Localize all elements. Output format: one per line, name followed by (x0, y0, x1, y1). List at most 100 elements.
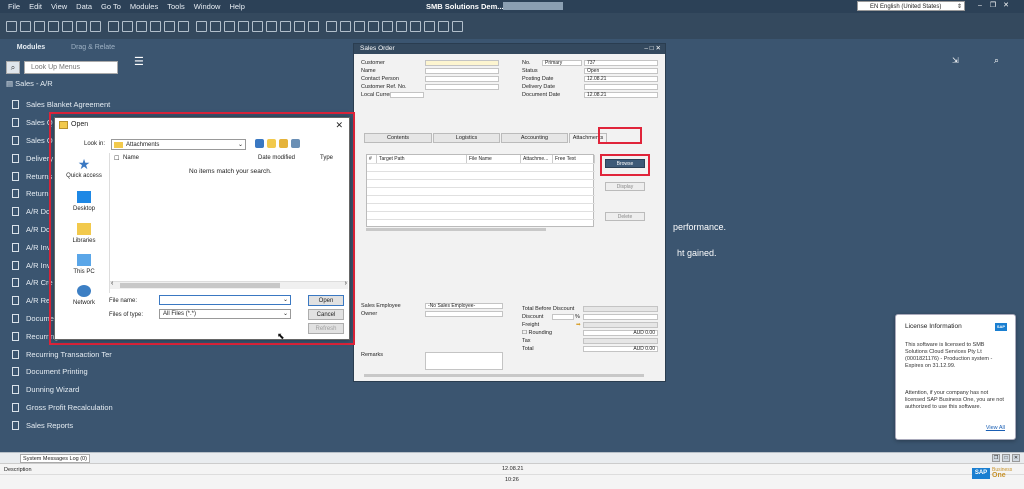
filter-icon[interactable] (196, 20, 207, 32)
delivery-date-field[interactable] (584, 84, 658, 90)
expand-icon[interactable]: ⇲ (952, 56, 959, 65)
chart-icon[interactable] (326, 20, 337, 32)
table-row[interactable] (367, 195, 595, 203)
place-libraries[interactable]: Libraries (59, 223, 109, 244)
column-header-name[interactable]: Name (123, 155, 139, 161)
new-folder-icon[interactable] (279, 139, 288, 148)
calendar-icon[interactable] (340, 20, 351, 32)
find-icon[interactable] (108, 20, 119, 32)
owner-field[interactable] (425, 311, 503, 317)
reports-icon[interactable] (354, 20, 365, 32)
sort-icon[interactable] (210, 20, 221, 32)
transaction-journal-icon[interactable] (252, 20, 263, 32)
table-row[interactable] (367, 171, 595, 179)
table-row[interactable] (367, 219, 595, 227)
table-row[interactable] (367, 179, 595, 187)
tab-contents[interactable]: Contents (364, 133, 432, 143)
name-field[interactable] (425, 68, 499, 74)
place-this-pc[interactable]: This PC (59, 254, 109, 275)
menu-goto[interactable]: Go To (101, 2, 121, 11)
tab-accounting[interactable]: Accounting (501, 133, 568, 143)
discount-percent-field[interactable] (552, 314, 574, 320)
files-of-type-select[interactable]: All Files (*.*) ⌄ (159, 309, 291, 319)
attachments-grid[interactable]: # Target Path File Name Attachme... Free… (366, 154, 595, 227)
volume-weight-icon[interactable] (294, 20, 305, 32)
close-icon[interactable]: ✕ (1012, 454, 1020, 462)
language-select[interactable]: EN English (United States) ⇕ (857, 1, 965, 11)
print-preview-icon[interactable] (20, 20, 31, 32)
base-document-icon[interactable] (224, 20, 235, 32)
close-icon[interactable]: ✕ (1001, 1, 1011, 11)
next-record-icon[interactable] (164, 20, 175, 32)
help-icon[interactable] (452, 20, 463, 32)
module-item[interactable]: Gross Profit Recalculation (0, 399, 124, 417)
delete-button[interactable]: Delete (605, 212, 645, 221)
up-folder-icon[interactable] (267, 139, 276, 148)
refresh-button[interactable]: Refresh (308, 323, 344, 334)
table-row[interactable] (367, 187, 595, 195)
customer-field[interactable] (425, 60, 499, 66)
customer-ref-field[interactable] (425, 84, 499, 90)
search-icon[interactable]: ⌕ (994, 55, 999, 66)
column-header-date-modified[interactable]: Date modified (258, 155, 295, 161)
table-row[interactable] (367, 211, 595, 219)
menu-modules[interactable]: Modules (130, 2, 158, 11)
close-icon[interactable]: ✕ (335, 118, 343, 132)
table-row[interactable] (367, 203, 595, 211)
sales-employee-select[interactable]: -No Sales Employee- (425, 303, 503, 309)
module-item[interactable]: Recurring Transaction Ter (0, 345, 124, 363)
target-document-icon[interactable] (238, 20, 249, 32)
maximize-icon[interactable]: □ (650, 45, 654, 52)
document-date-field[interactable]: 12.08.21 (584, 92, 658, 98)
sms-icon[interactable] (48, 20, 59, 32)
module-item[interactable]: Sales Reports (0, 416, 124, 434)
posting-date-field[interactable]: 12.08.21 (584, 76, 658, 82)
place-network[interactable]: Network (59, 285, 109, 306)
print-icon[interactable] (6, 20, 17, 32)
tab-modules[interactable]: Modules (0, 44, 62, 51)
remarks-field[interactable] (425, 352, 503, 370)
last-record-icon[interactable] (178, 20, 189, 32)
menu-window[interactable]: Window (194, 2, 221, 11)
maximize-icon[interactable]: □ (1002, 454, 1010, 462)
tab-logistics[interactable]: Logistics (433, 133, 500, 143)
menu-edit[interactable]: Edit (29, 2, 42, 11)
view-menu-icon[interactable] (291, 139, 300, 148)
system-messages-log-tab[interactable]: System Messages Log (0) (20, 454, 90, 463)
contact-person-field[interactable] (425, 76, 499, 82)
arrow-right-icon[interactable]: ➡ (576, 322, 581, 328)
minimize-icon[interactable]: – (975, 1, 985, 11)
cancel-button[interactable]: Cancel (308, 309, 344, 320)
menu-data[interactable]: Data (76, 2, 92, 11)
place-quick-access[interactable]: ★ Quick access (59, 157, 109, 179)
payment-means-icon[interactable] (280, 20, 291, 32)
search-icon[interactable]: ⌕ (6, 61, 20, 74)
restore-icon[interactable]: ❐ (988, 1, 998, 11)
open-button[interactable]: Open (308, 295, 344, 306)
add-icon[interactable] (122, 20, 133, 32)
gross-profit-icon[interactable] (266, 20, 277, 32)
export-pdf-icon[interactable] (90, 20, 101, 32)
column-header-checkbox[interactable]: ☐ (114, 155, 119, 162)
lock-icon[interactable] (438, 20, 449, 32)
messages-icon[interactable] (410, 20, 421, 32)
file-list-scrollbar[interactable]: ‹ › (110, 280, 348, 289)
close-icon[interactable]: ✕ (656, 45, 661, 52)
column-header-type[interactable]: Type (320, 155, 333, 161)
view-all-link[interactable]: View All (986, 425, 1005, 431)
place-desktop[interactable]: Desktop (59, 191, 109, 212)
file-name-input[interactable]: ⌄ (159, 295, 291, 305)
menu-help[interactable]: Help (229, 2, 244, 11)
local-currency-select[interactable] (390, 92, 424, 98)
email-icon[interactable] (34, 20, 45, 32)
restore-icon[interactable]: ❐ (992, 454, 1000, 462)
sales-order-scrollbar[interactable] (364, 374, 644, 377)
discount-amount-field[interactable] (583, 314, 658, 320)
export-excel-icon[interactable] (62, 20, 73, 32)
document-number-field[interactable]: 737 (584, 60, 658, 66)
scroll-right-icon[interactable]: › (345, 280, 347, 287)
menu-tools[interactable]: Tools (167, 2, 185, 11)
lookup-menus-input[interactable] (24, 61, 118, 74)
menu-view[interactable]: View (51, 2, 67, 11)
back-icon[interactable] (255, 139, 264, 148)
